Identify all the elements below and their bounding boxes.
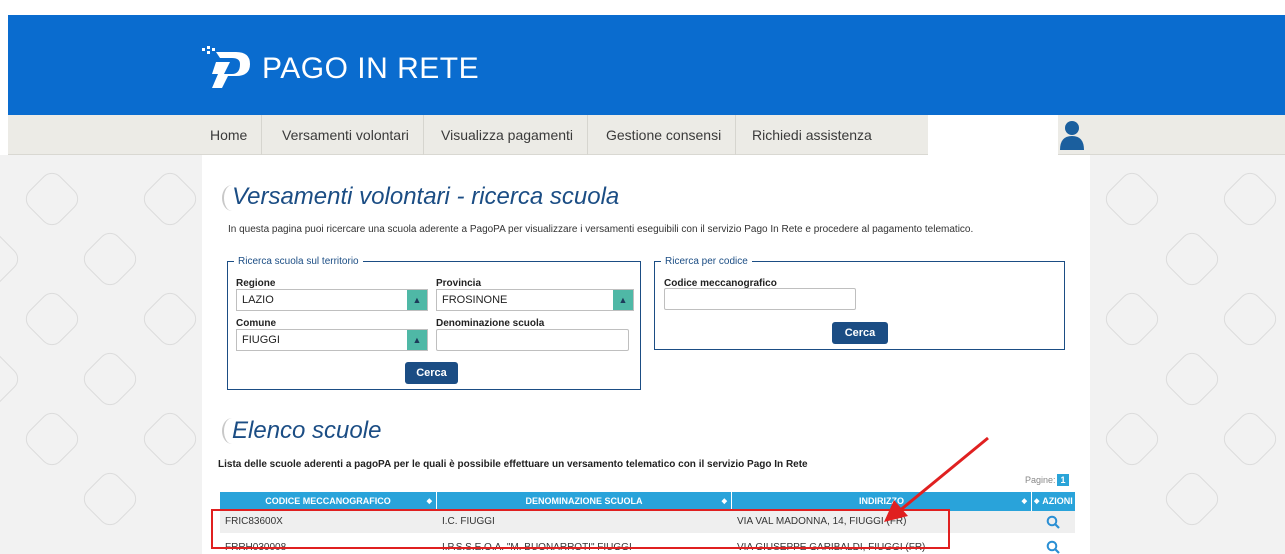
schools-title: Elenco scuole: [232, 417, 382, 444]
territory-search-button[interactable]: Cerca: [405, 362, 458, 384]
school-name-label: Denominazione scuola: [436, 318, 545, 329]
nav-visualizza-pagamenti[interactable]: Visualizza pagamenti: [427, 115, 589, 155]
nav-gestione-consensi[interactable]: Gestione consensi: [592, 115, 737, 155]
province-label: Provincia: [436, 278, 482, 289]
page-intro: In questa pagina puoi ricercare una scuo…: [228, 224, 974, 235]
page-title: Versamenti volontari - ricerca scuola: [232, 183, 620, 210]
school-name-input[interactable]: [436, 329, 629, 351]
province-select[interactable]: FROSINONE ▲: [436, 289, 634, 311]
nav-home[interactable]: Home: [196, 115, 263, 155]
region-select[interactable]: LAZIO ▲: [236, 289, 428, 311]
nav-blank-area: [928, 115, 1058, 157]
region-value: LAZIO: [242, 294, 274, 306]
sort-icon: ◆: [1021, 498, 1027, 505]
comune-label: Comune: [236, 318, 276, 329]
code-search-button[interactable]: Cerca: [832, 322, 888, 344]
page-1-button[interactable]: 1: [1057, 474, 1069, 486]
column-header-actions-label: AZIONI: [1042, 496, 1073, 506]
territory-search-legend: Ricerca scuola sul territorio: [238, 256, 359, 267]
site-title: PAGO IN RETE: [262, 52, 480, 85]
sort-icon: ◆: [1034, 498, 1040, 505]
column-header-name-label: DENOMINAZIONE SCUOLA: [525, 496, 643, 506]
code-input[interactable]: [664, 288, 856, 310]
nav-versamenti-volontari[interactable]: Versamenti volontari: [268, 115, 424, 155]
comune-select[interactable]: FIUGGI ▲: [236, 329, 428, 351]
pago-in-rete-logo-icon: [202, 46, 250, 88]
region-label: Regione: [236, 278, 276, 289]
column-header-code-label: CODICE MECCANOGRAFICO: [265, 496, 391, 506]
user-icon[interactable]: [1058, 120, 1086, 150]
code-search-legend: Ricerca per codice: [665, 256, 748, 267]
search-icon[interactable]: [1046, 540, 1060, 554]
sort-arrows-icon: ▲: [613, 290, 633, 310]
search-icon[interactable]: [1046, 515, 1060, 529]
highlight-rectangle: [211, 509, 950, 549]
province-value: FROSINONE: [442, 294, 508, 306]
red-arrow-annotation: [884, 436, 989, 522]
sort-arrows-icon: ▲: [407, 290, 427, 310]
column-header-actions: ◆ AZIONI: [1032, 492, 1075, 511]
nav-richiedi-assistenza[interactable]: Richiedi assistenza: [738, 115, 886, 155]
comune-value: FIUGGI: [242, 334, 280, 346]
sort-arrows-icon: ▲: [407, 330, 427, 350]
schools-subtitle: Lista delle scuole aderenti a pagoPA per…: [218, 459, 808, 470]
pagination-label: Pagine:: [1025, 475, 1056, 485]
